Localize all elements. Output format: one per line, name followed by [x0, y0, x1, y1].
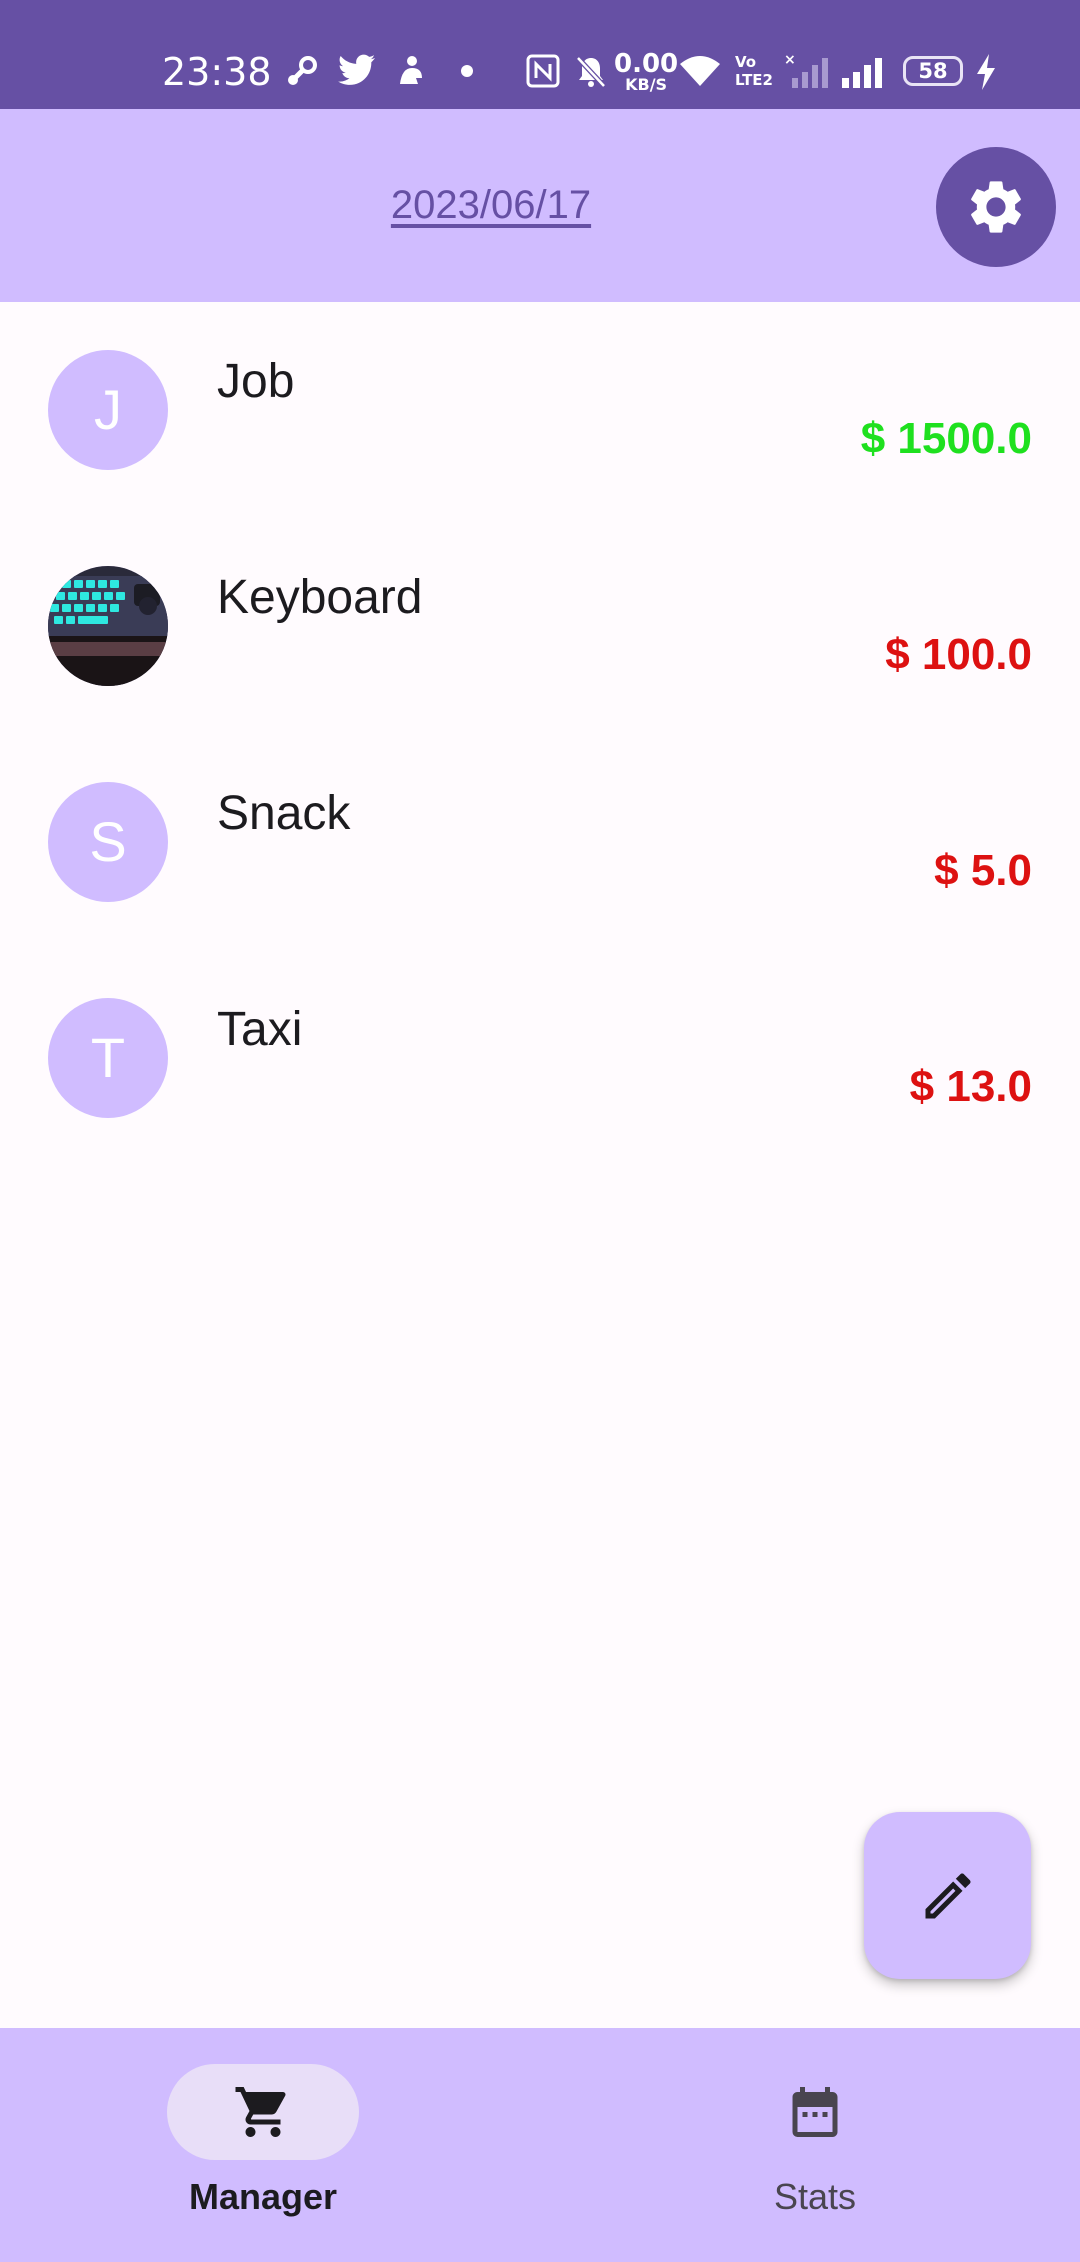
calendar-icon [792, 2087, 838, 2137]
volte-icon: Vo LTE2 [735, 53, 773, 88]
nav-item-stats[interactable]: Stats [665, 2064, 965, 2218]
charging-icon [977, 54, 995, 90]
item-name: Taxi [217, 1003, 303, 1056]
avatar [48, 566, 168, 686]
network-speed: 0.00 KB/S [614, 51, 678, 94]
mute-icon [576, 56, 606, 88]
notification-app-icon [400, 56, 422, 84]
nav-active-indicator [167, 2064, 359, 2160]
svg-text:×: × [784, 52, 796, 68]
list-item-job[interactable]: J Job $ 1500.0 [0, 302, 1080, 518]
status-time: 23:38 [162, 50, 272, 94]
list-item-keyboard[interactable]: Keyboard $ 100.0 [0, 518, 1080, 734]
gear-icon [971, 181, 1021, 233]
cart-icon [235, 2087, 286, 2137]
avatar: S [48, 782, 168, 902]
edit-fab-button[interactable] [864, 1812, 1031, 1979]
item-amount: $ 5.0 [934, 846, 1032, 895]
signal-icon-sim1: × [784, 52, 828, 88]
transaction-list: J Job $ 1500.0 Keyboard $ 100.0 S Snack … [0, 302, 1080, 1166]
avatar: T [48, 998, 168, 1118]
item-name: Keyboard [217, 571, 423, 624]
nav-label-manager: Manager [188, 2176, 338, 2217]
twitter-icon [338, 54, 375, 85]
item-name: Job [217, 355, 295, 408]
bottom-navigation: Manager Stats [0, 2028, 1080, 2262]
list-item-taxi[interactable]: T Taxi $ 13.0 [0, 950, 1080, 1166]
wifi-icon [680, 56, 720, 86]
nav-item-manager[interactable]: Manager [113, 2064, 413, 2218]
svg-text:LTE2: LTE2 [735, 71, 773, 88]
top-app-bar: 2023/06/17 [0, 109, 1080, 302]
item-amount: $ 13.0 [909, 1062, 1032, 1111]
nav-indicator [719, 2064, 911, 2160]
svg-text:Vo: Vo [735, 53, 756, 71]
signal-icon-sim2 [842, 58, 882, 88]
steam-icon [288, 56, 317, 85]
status-bar: 23:38 0.00 KB/S Vo LTE2 × 58 [0, 0, 1080, 109]
pencil-icon [925, 1873, 971, 1918]
item-amount: $ 1500.0 [860, 414, 1032, 463]
date-selector[interactable]: 2023/06/17 [0, 183, 982, 228]
item-name: Snack [217, 787, 351, 840]
dot-icon [461, 65, 473, 77]
avatar: J [48, 350, 168, 470]
settings-button[interactable] [936, 147, 1056, 267]
nfc-icon [526, 54, 560, 88]
nav-label-stats: Stats [773, 2176, 857, 2217]
keyboard-photo-icon [48, 566, 168, 686]
list-item-snack[interactable]: S Snack $ 5.0 [0, 734, 1080, 950]
item-amount: $ 100.0 [885, 630, 1032, 679]
battery-icon: 58 [903, 56, 963, 86]
